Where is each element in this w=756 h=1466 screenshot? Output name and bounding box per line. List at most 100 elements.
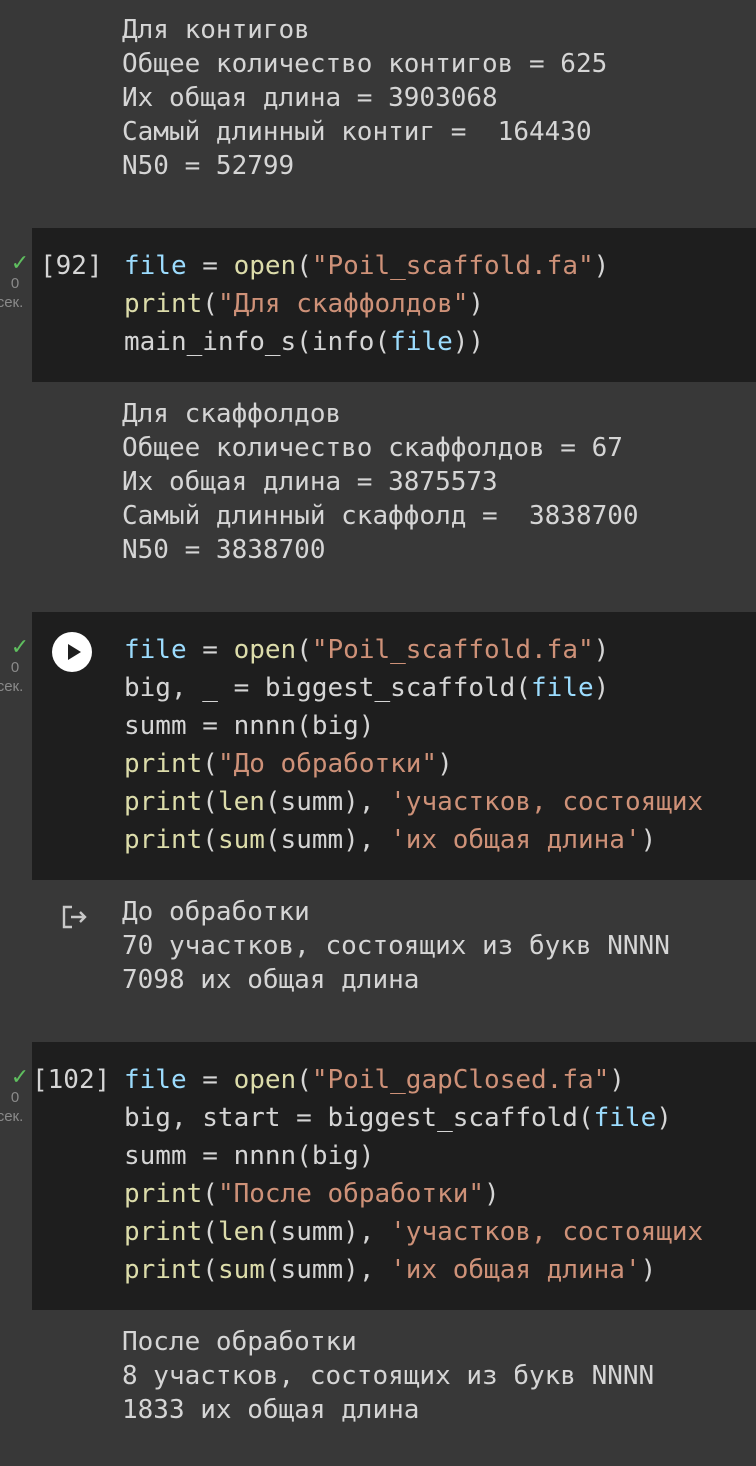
code-function: len — [217, 1217, 265, 1247]
code-function: open — [233, 1065, 297, 1095]
code-cell-102[interactable]: [102] file = open("Poil_gapClosed.fa") bi… — [32, 1042, 756, 1310]
code-function: print — [124, 825, 203, 855]
code-function: print — [124, 1179, 203, 1209]
cell-output-after: После обработки 8 участков, состоящих из… — [122, 1327, 655, 1425]
execution-time: 0 — [10, 1089, 20, 1106]
code-text: ( — [296, 635, 312, 665]
code-text: = — [186, 1065, 234, 1095]
code-text: (summ), — [264, 825, 391, 855]
run-cell-button[interactable] — [52, 632, 92, 672]
code-line[interactable]: print("Для скаффолдов") — [124, 285, 609, 323]
code-text: (summ), — [264, 1217, 391, 1247]
execution-time: 0 — [10, 659, 20, 676]
code-text: ) — [437, 749, 453, 779]
code-function: print — [124, 1217, 203, 1247]
code-variable: file — [124, 251, 187, 281]
code-text: ) — [593, 251, 610, 281]
code-line[interactable]: file = open("Poil_gapClosed.fa") — [124, 1061, 703, 1099]
code-function: len — [217, 787, 265, 817]
code-line[interactable]: print("До обработки") — [124, 745, 703, 783]
code-line[interactable]: big, _ = biggest_scaffold(file) — [124, 669, 703, 707]
code-text: ) — [593, 635, 610, 665]
execution-count: [102] — [32, 1065, 111, 1095]
cell-status: ✓ 0 сек. — [0, 1066, 30, 1126]
cell-status: ✓ 0 сек. — [0, 252, 30, 312]
code-text: ) — [656, 1103, 672, 1133]
code-string: 'их общая длина' — [390, 1255, 641, 1285]
check-icon: ✓ — [10, 634, 30, 659]
output-toggle-icon[interactable] — [60, 902, 90, 932]
code-function: print — [124, 289, 203, 319]
code-string: "Poil_gapClosed.fa" — [311, 1065, 610, 1095]
code-text: ( — [296, 1065, 312, 1095]
code-text: = — [186, 635, 234, 665]
code-function: open — [233, 251, 297, 281]
check-icon: ✓ — [10, 1064, 30, 1089]
execution-time-unit: сек. — [0, 1108, 24, 1125]
code-line[interactable]: print("После обработки") — [124, 1175, 703, 1213]
code-editor[interactable]: file = open("Poil_scaffold.fa") print("Дл… — [124, 247, 609, 361]
code-text: ( — [202, 787, 218, 817]
code-function: print — [124, 749, 203, 779]
code-variable: file — [593, 1103, 657, 1133]
code-line[interactable]: print(len(summ), 'участков, состоящих — [124, 783, 703, 821]
code-function: print — [124, 787, 203, 817]
code-line[interactable]: main_info_s(info(file)) — [124, 323, 609, 361]
code-text: ( — [296, 251, 312, 281]
code-function: open — [233, 635, 297, 665]
execution-count: [92] — [40, 251, 103, 281]
code-line[interactable]: summ = nnnn(big) — [124, 1137, 703, 1175]
code-text: )) — [452, 327, 485, 357]
code-editor[interactable]: file = open("Poil_gapClosed.fa") big, sta… — [124, 1061, 703, 1289]
code-string: "Poil_scaffold.fa" — [311, 251, 594, 281]
code-text: ) — [640, 1255, 657, 1285]
code-line[interactable]: print(len(summ), 'участков, состоящих — [124, 1213, 703, 1251]
code-editor[interactable]: file = open("Poil_scaffold.fa") big, _ = … — [124, 631, 703, 859]
execution-time-unit: сек. — [0, 294, 24, 311]
code-cell-92[interactable]: [92] file = open("Poil_scaffold.fa") prin… — [32, 228, 756, 382]
code-text: = — [186, 251, 234, 281]
cell-output-contigs: Для контигов Общее количество контигов =… — [122, 15, 608, 181]
code-text: big, _ = biggest_scaffold( — [124, 673, 531, 703]
check-icon: ✓ — [10, 250, 30, 275]
code-variable: file — [531, 673, 594, 703]
code-text: ( — [202, 1179, 218, 1209]
code-function: print — [124, 1255, 203, 1285]
code-line[interactable]: big, start = biggest_scaffold(file) — [124, 1099, 703, 1137]
code-line[interactable]: file = open("Poil_scaffold.fa") — [124, 631, 703, 669]
code-function: sum — [217, 1255, 265, 1285]
code-text: ) — [609, 1065, 625, 1095]
code-line[interactable]: file = open("Poil_scaffold.fa") — [124, 247, 609, 285]
code-variable: file — [124, 1065, 187, 1095]
code-text: ( — [202, 825, 218, 855]
cell-output-before: До обработки 70 участков, состоящих из б… — [122, 897, 670, 995]
code-text: main_info_s(info( — [124, 327, 391, 357]
code-string: 'участков, состоящих — [390, 1217, 704, 1247]
code-string: 'участков, состоящих — [390, 787, 704, 817]
code-function: sum — [217, 825, 265, 855]
code-line[interactable]: print(sum(summ), 'их общая длина') — [124, 821, 703, 859]
code-string: "После обработки" — [217, 1179, 485, 1209]
execution-time: 0 — [10, 275, 20, 292]
cell-status: ✓ 0 сек. — [0, 636, 30, 696]
code-string: "Для скаффолдов" — [217, 289, 469, 319]
code-line[interactable]: print(sum(summ), 'их общая длина') — [124, 1251, 703, 1289]
code-text: ( — [202, 1255, 218, 1285]
code-cell-before[interactable]: file = open("Poil_scaffold.fa") big, _ = … — [32, 612, 756, 880]
execution-time-unit: сек. — [0, 678, 24, 695]
code-text: ) — [640, 825, 657, 855]
code-text: ) — [593, 673, 610, 703]
code-line[interactable]: summ = nnnn(big) — [124, 707, 703, 745]
code-variable: file — [124, 635, 187, 665]
code-text: ) — [468, 289, 485, 319]
code-string: "Poil_scaffold.fa" — [311, 635, 594, 665]
code-text: ( — [202, 1217, 218, 1247]
code-text: big, start = biggest_scaffold( — [124, 1103, 594, 1133]
play-icon — [67, 644, 81, 660]
code-text: (summ), — [264, 787, 391, 817]
code-string: "До обработки" — [217, 749, 438, 779]
code-text: summ = nnnn(big) — [124, 711, 375, 741]
cell-output-scaffolds: Для скаффолдов Общее количество скаффолд… — [122, 399, 639, 565]
code-text: summ = nnnn(big) — [124, 1141, 375, 1171]
code-text: (summ), — [264, 1255, 391, 1285]
